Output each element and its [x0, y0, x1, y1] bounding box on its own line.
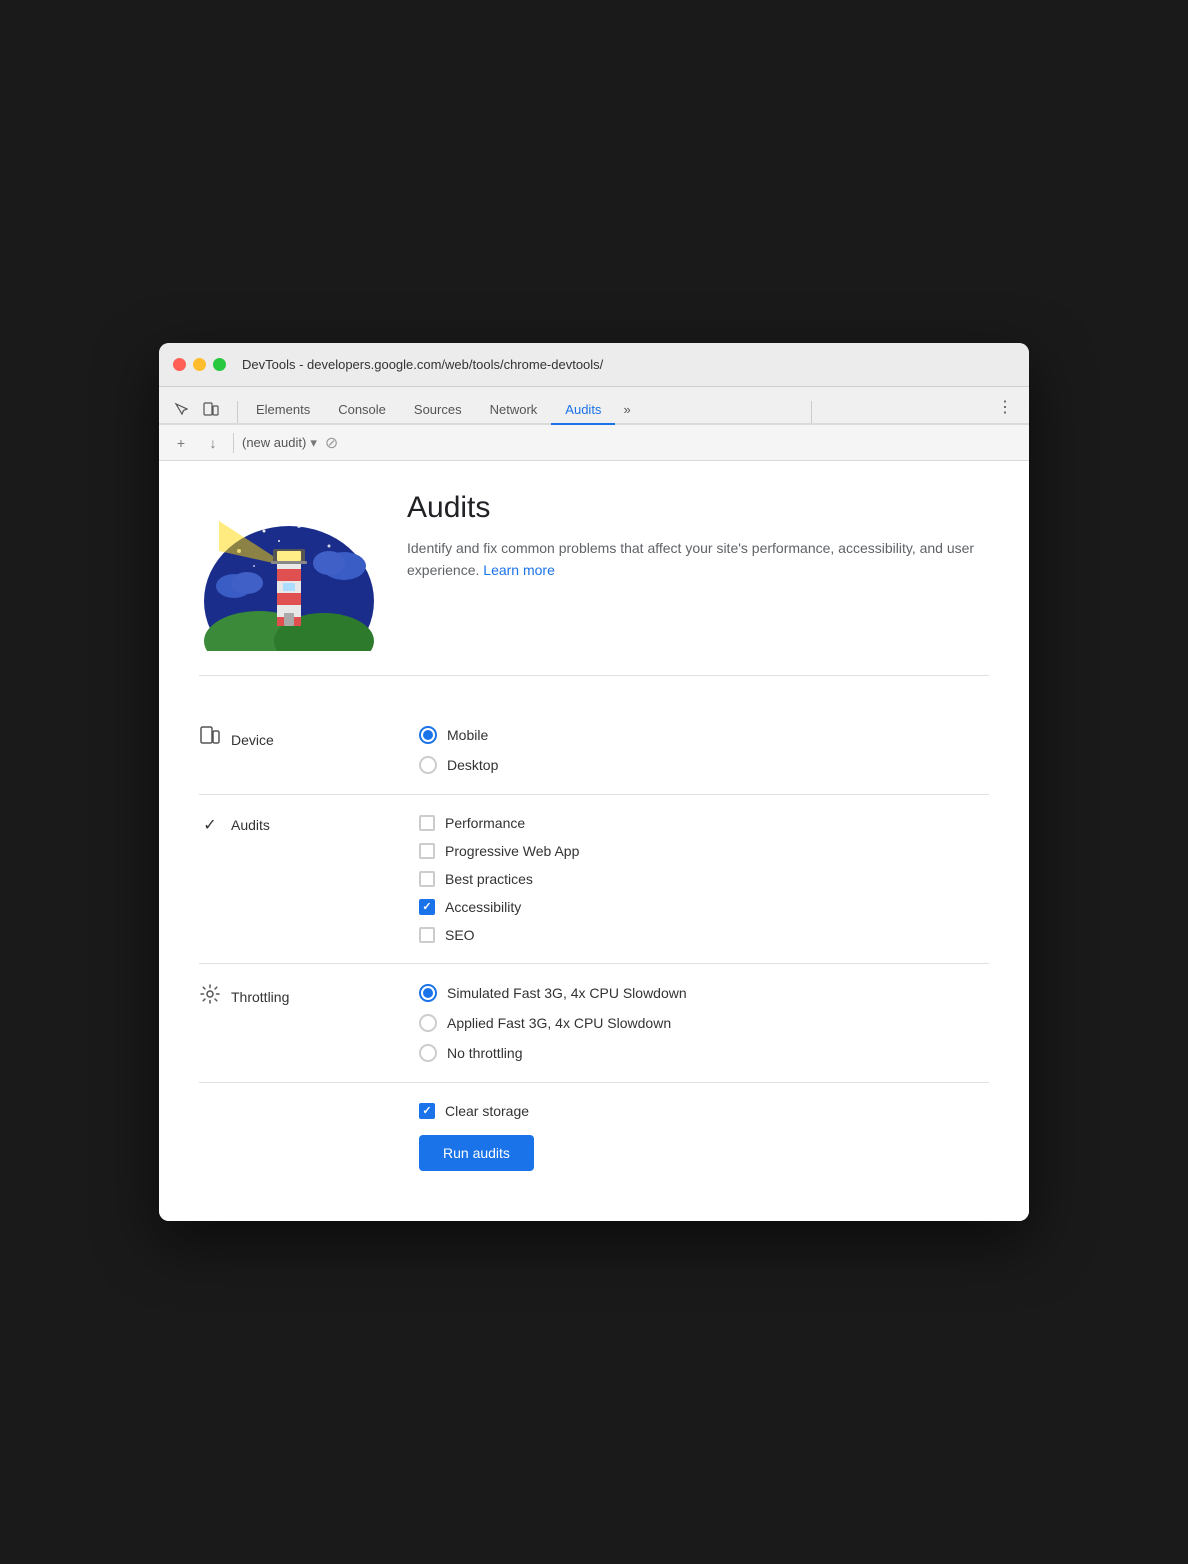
main-content: Audits Identify and fix common problems … — [159, 461, 1029, 1221]
device-icon[interactable] — [197, 395, 225, 423]
tab-elements[interactable]: Elements — [242, 396, 324, 425]
audits-options: Performance Progressive Web App Best pra… — [419, 815, 989, 943]
throttling-applied-option[interactable]: Applied Fast 3G, 4x CPU Slowdown — [419, 1014, 989, 1032]
lighthouse-illustration — [199, 491, 379, 651]
audits-section-label: Audits — [231, 817, 270, 833]
device-label: Device — [199, 726, 419, 753]
throttling-simulated-radio[interactable] — [419, 984, 437, 1002]
device-options: Mobile Desktop — [419, 726, 989, 774]
audits-check-icon: ✓ — [199, 815, 221, 835]
checkmark-icon-2: ✓ — [422, 1106, 431, 1117]
gear-icon — [199, 984, 221, 1009]
titlebar: DevTools - developers.google.com/web/too… — [159, 343, 1029, 387]
tab-sources[interactable]: Sources — [400, 396, 476, 425]
minimize-button[interactable] — [193, 358, 206, 371]
throttling-simulated-label: Simulated Fast 3G, 4x CPU Slowdown — [447, 985, 687, 1001]
device-desktop-radio[interactable] — [419, 756, 437, 774]
clear-storage-option[interactable]: ✓ Clear storage — [419, 1103, 989, 1119]
audit-accessibility-label: Accessibility — [445, 899, 521, 915]
audit-select[interactable]: (new audit) ▾ — [242, 435, 317, 451]
devtools-menu-icon[interactable]: ⋮ — [989, 391, 1021, 423]
checkmark-icon: ✓ — [422, 902, 431, 913]
audits-section: ✓ Audits Performance Progressive Web App… — [199, 795, 989, 964]
radio-dot-2 — [423, 988, 433, 998]
device-section-icon — [199, 726, 221, 753]
throttling-applied-label: Applied Fast 3G, 4x CPU Slowdown — [447, 1015, 671, 1031]
device-mobile-radio[interactable] — [419, 726, 437, 744]
device-section-label: Device — [231, 732, 274, 748]
audit-toolbar-divider — [233, 433, 234, 453]
hero-section: Audits Identify and fix common problems … — [199, 491, 989, 676]
throttling-none-option[interactable]: No throttling — [419, 1044, 989, 1062]
audit-bestpractices-label: Best practices — [445, 871, 533, 887]
audit-performance-label: Performance — [445, 815, 525, 831]
tab-divider — [237, 401, 238, 423]
bottom-section: ✓ Clear storage Run audits — [199, 1083, 989, 1191]
hero-title: Audits — [407, 491, 989, 525]
radio-dot — [423, 730, 433, 740]
device-mobile-label: Mobile — [447, 727, 488, 743]
throttling-none-label: No throttling — [447, 1045, 522, 1061]
audit-performance-option[interactable]: Performance — [419, 815, 989, 831]
block-icon[interactable]: ⊘ — [325, 433, 338, 453]
tab-network[interactable]: Network — [476, 396, 552, 425]
device-section: Device Mobile Desktop — [199, 706, 989, 795]
traffic-lights — [173, 358, 226, 371]
device-desktop-option[interactable]: Desktop — [419, 756, 989, 774]
audit-accessibility-checkbox[interactable]: ✓ — [419, 899, 435, 915]
audit-bestpractices-checkbox[interactable] — [419, 871, 435, 887]
learn-more-link[interactable]: Learn more — [483, 562, 555, 578]
device-mobile-option[interactable]: Mobile — [419, 726, 989, 744]
tab-console[interactable]: Console — [324, 396, 400, 425]
download-audit-icon[interactable]: ↓ — [201, 431, 225, 455]
tab-more[interactable]: » — [615, 396, 638, 423]
dropdown-icon: ▾ — [310, 435, 317, 451]
audit-toolbar: + ↓ (new audit) ▾ ⊘ — [159, 425, 1029, 461]
hero-description: Identify and fix common problems that af… — [407, 537, 989, 582]
throttling-options: Simulated Fast 3G, 4x CPU Slowdown Appli… — [419, 984, 989, 1062]
throttling-none-radio[interactable] — [419, 1044, 437, 1062]
cursor-icon[interactable] — [167, 395, 195, 423]
hero-text: Audits Identify and fix common problems … — [407, 491, 989, 582]
audits-label: ✓ Audits — [199, 815, 419, 835]
audit-select-value: (new audit) — [242, 435, 306, 450]
tab-divider-2 — [811, 401, 812, 423]
audit-seo-option[interactable]: SEO — [419, 927, 989, 943]
devtools-window: DevTools - developers.google.com/web/too… — [159, 343, 1029, 1221]
audit-pwa-option[interactable]: Progressive Web App — [419, 843, 989, 859]
audit-pwa-label: Progressive Web App — [445, 843, 579, 859]
devtools-tabbar: Elements Console Sources Network Audits … — [159, 387, 1029, 425]
add-audit-icon[interactable]: + — [169, 431, 193, 455]
throttling-section-label: Throttling — [231, 989, 289, 1005]
tab-audits[interactable]: Audits — [551, 396, 615, 425]
audit-seo-label: SEO — [445, 927, 475, 943]
audit-seo-checkbox[interactable] — [419, 927, 435, 943]
throttling-simulated-option[interactable]: Simulated Fast 3G, 4x CPU Slowdown — [419, 984, 989, 1002]
close-button[interactable] — [173, 358, 186, 371]
throttling-label: Throttling — [199, 984, 419, 1009]
clear-storage-label: Clear storage — [445, 1103, 529, 1119]
throttling-applied-radio[interactable] — [419, 1014, 437, 1032]
run-audits-button[interactable]: Run audits — [419, 1135, 534, 1171]
audit-accessibility-option[interactable]: ✓ Accessibility — [419, 899, 989, 915]
clear-storage-checkbox[interactable]: ✓ — [419, 1103, 435, 1119]
maximize-button[interactable] — [213, 358, 226, 371]
window-title: DevTools - developers.google.com/web/too… — [242, 357, 603, 372]
device-desktop-label: Desktop — [447, 757, 498, 773]
audit-performance-checkbox[interactable] — [419, 815, 435, 831]
audit-bestpractices-option[interactable]: Best practices — [419, 871, 989, 887]
audit-pwa-checkbox[interactable] — [419, 843, 435, 859]
throttling-section: Throttling Simulated Fast 3G, 4x CPU Slo… — [199, 964, 989, 1083]
